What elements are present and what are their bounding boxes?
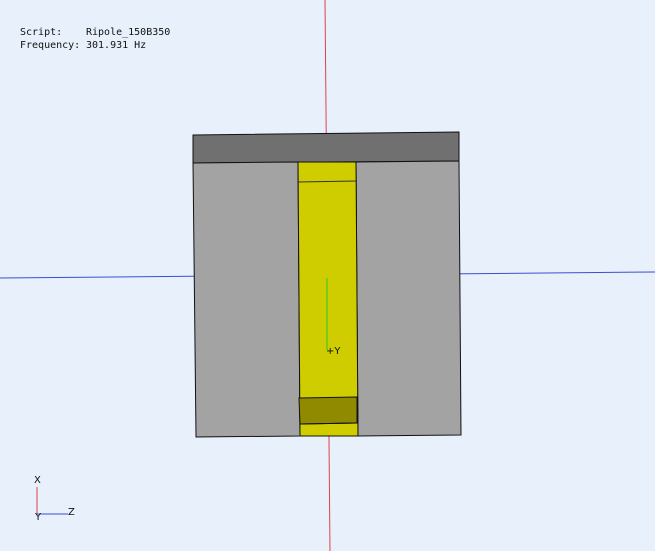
scene-canvas: +Y X Y Z — [0, 0, 655, 551]
cabinet-left-side — [192, 161, 301, 438]
triad-z-label: Z — [68, 507, 75, 518]
triad-x-label: X — [34, 475, 41, 486]
driver-dark-band — [298, 396, 358, 425]
cabinet-right-side — [355, 160, 462, 437]
model-axis-label: +Y — [326, 346, 341, 357]
cabinet-model: +Y — [192, 131, 462, 438]
cabinet-top-panel — [192, 131, 460, 164]
triad-y-label: Y — [34, 512, 42, 523]
driver-column — [297, 161, 359, 437]
3d-viewport[interactable]: Script: Ripole_150B350 Frequency: 301.931 … — [0, 0, 655, 551]
orientation-triad: X Y Z — [34, 475, 75, 523]
